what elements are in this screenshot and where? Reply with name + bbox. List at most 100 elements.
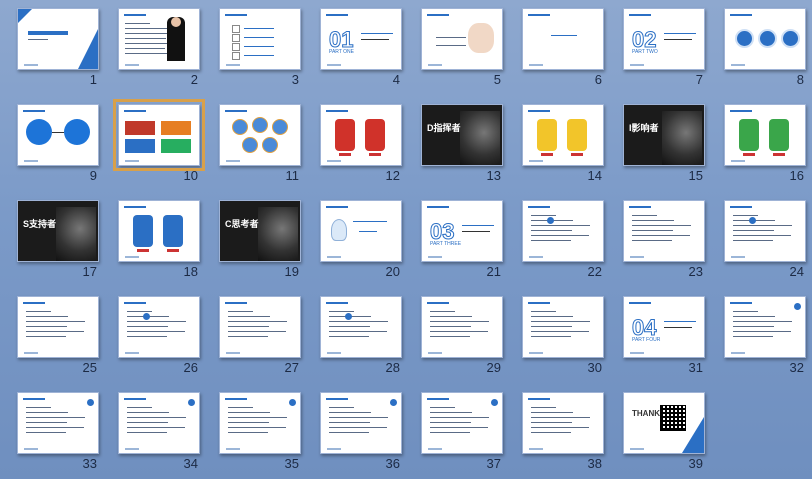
slide-thumbnail[interactable] xyxy=(219,8,301,70)
slide-thumbnail[interactable] xyxy=(118,296,200,358)
slide-cell[interactable]: 24 xyxy=(724,200,812,284)
slide-thumbnail[interactable]: I影响者 xyxy=(623,104,705,166)
slide-thumbnail[interactable] xyxy=(421,8,503,70)
slide-thumbnail[interactable]: D指挥者 xyxy=(421,104,503,166)
slide-cell[interactable]: D指挥者 13 xyxy=(421,104,521,188)
slide-cell[interactable]: 22 xyxy=(522,200,622,284)
slide-cell[interactable]: 37 xyxy=(421,392,521,476)
slide-cell[interactable]: 11 xyxy=(219,104,319,188)
slide-thumbnail[interactable] xyxy=(522,296,604,358)
slide-thumbnail[interactable]: C思考者 xyxy=(219,200,301,262)
slide-thumbnail[interactable]: 04 PART FOUR xyxy=(623,296,705,358)
slide-cell[interactable]: 04 PART FOUR 31 xyxy=(623,296,723,380)
slide-thumbnail[interactable] xyxy=(17,296,99,358)
slide-thumbnail[interactable] xyxy=(522,200,604,262)
number-badge xyxy=(794,303,801,310)
slide-cell[interactable]: 03 PART THREE 21 xyxy=(421,200,521,284)
slide-cell[interactable]: 10 xyxy=(113,99,218,188)
cartoon-figure xyxy=(365,119,385,151)
text-line xyxy=(632,235,690,236)
slide-thumbnail[interactable]: 01 PART ONE xyxy=(320,8,402,70)
slide-thumbnail[interactable] xyxy=(219,104,301,166)
slide-cell[interactable]: 25 xyxy=(17,296,117,380)
slide-thumbnail[interactable] xyxy=(724,200,806,262)
slide-cell[interactable]: 34 xyxy=(118,392,218,476)
text-line xyxy=(228,331,286,332)
text-line xyxy=(329,422,370,423)
slide-thumbnail[interactable]: 02 PART TWO xyxy=(623,8,705,70)
slide-thumbnail[interactable] xyxy=(522,8,604,70)
slide-thumbnail[interactable]: 03 PART THREE xyxy=(421,200,503,262)
slide-cell[interactable]: 20 xyxy=(320,200,420,284)
slide-cell[interactable]: THANKS 39 xyxy=(623,392,723,476)
slide-thumbnail[interactable] xyxy=(522,104,604,166)
slide-cell[interactable]: 28 xyxy=(320,296,420,380)
text-line xyxy=(430,326,471,327)
slide-thumbnail[interactable] xyxy=(623,200,705,262)
slide-cell[interactable]: 01 PART ONE 4 xyxy=(320,8,420,92)
slide-thumbnail[interactable] xyxy=(118,392,200,454)
slide-thumbnail[interactable] xyxy=(724,296,806,358)
slide-cell[interactable]: 1 xyxy=(17,8,117,92)
slide-cell[interactable]: 35 xyxy=(219,392,319,476)
slide-thumbnail[interactable] xyxy=(17,8,99,70)
slide-cell[interactable]: 23 xyxy=(623,200,723,284)
slide-number: 34 xyxy=(183,456,198,471)
slide-cell[interactable]: 30 xyxy=(522,296,622,380)
slide-cell[interactable]: 26 xyxy=(118,296,218,380)
slide-thumbnail[interactable] xyxy=(113,99,205,171)
slide-cell[interactable]: 5 xyxy=(421,8,521,92)
slide-cell[interactable]: 29 xyxy=(421,296,521,380)
slide-number: 17 xyxy=(82,264,97,279)
header-bar xyxy=(427,398,449,400)
slide-thumbnail[interactable] xyxy=(219,392,301,454)
slide-cell[interactable]: 02 PART TWO 7 xyxy=(623,8,723,92)
slide-cell[interactable]: 14 xyxy=(522,104,622,188)
footer-logo xyxy=(24,160,38,162)
caption xyxy=(369,153,381,156)
slide-thumbnail[interactable] xyxy=(17,392,99,454)
text-line xyxy=(531,417,590,418)
slide-thumbnail[interactable] xyxy=(724,104,806,166)
slide-cell[interactable]: 2 xyxy=(118,8,218,92)
slide-cell[interactable]: 8 xyxy=(724,8,812,92)
portrait-photo xyxy=(662,111,702,165)
slide-cell[interactable]: 33 xyxy=(17,392,117,476)
slide-thumbnail[interactable] xyxy=(421,296,503,358)
slide-cell[interactable]: 36 xyxy=(320,392,420,476)
part-subtitle xyxy=(664,39,692,40)
slide-cell[interactable]: 27 xyxy=(219,296,319,380)
slide-thumbnail[interactable] xyxy=(219,296,301,358)
slide-cell[interactable]: 9 xyxy=(17,104,117,188)
slide-thumbnail[interactable] xyxy=(320,296,402,358)
text-line xyxy=(531,427,589,428)
slide-cell[interactable]: 18 xyxy=(118,200,218,284)
slide-thumbnail[interactable]: THANKS xyxy=(623,392,705,454)
slide-thumbnail[interactable] xyxy=(320,392,402,454)
slide-cell[interactable]: S支持者 17 xyxy=(17,200,117,284)
slide-cell[interactable]: 6 xyxy=(522,8,622,92)
slide-thumbnail[interactable] xyxy=(320,104,402,166)
slide-thumbnail[interactable] xyxy=(522,392,604,454)
slide-thumbnail[interactable] xyxy=(17,104,99,166)
slide-cell[interactable]: 16 xyxy=(724,104,812,188)
footer-logo xyxy=(24,448,38,450)
slide-number: 39 xyxy=(688,456,703,471)
slide-thumbnail[interactable] xyxy=(118,8,200,70)
footer-logo xyxy=(731,160,745,162)
hands-image xyxy=(468,23,494,53)
slide-cell[interactable]: 3 xyxy=(219,8,319,92)
footer-logo xyxy=(125,64,139,66)
slide-thumbnail[interactable] xyxy=(724,8,806,70)
slide-cell[interactable]: C思考者 19 xyxy=(219,200,319,284)
part-title xyxy=(664,321,696,322)
slide-cell[interactable]: 38 xyxy=(522,392,622,476)
slide-cell[interactable]: I影响者 15 xyxy=(623,104,723,188)
slide-thumbnail[interactable] xyxy=(421,392,503,454)
slide-thumbnail[interactable] xyxy=(118,200,200,262)
slide-thumbnail[interactable]: S支持者 xyxy=(17,200,99,262)
header-bar xyxy=(427,14,449,16)
slide-cell[interactable]: 32 xyxy=(724,296,812,380)
slide-cell[interactable]: 12 xyxy=(320,104,420,188)
slide-thumbnail[interactable] xyxy=(320,200,402,262)
